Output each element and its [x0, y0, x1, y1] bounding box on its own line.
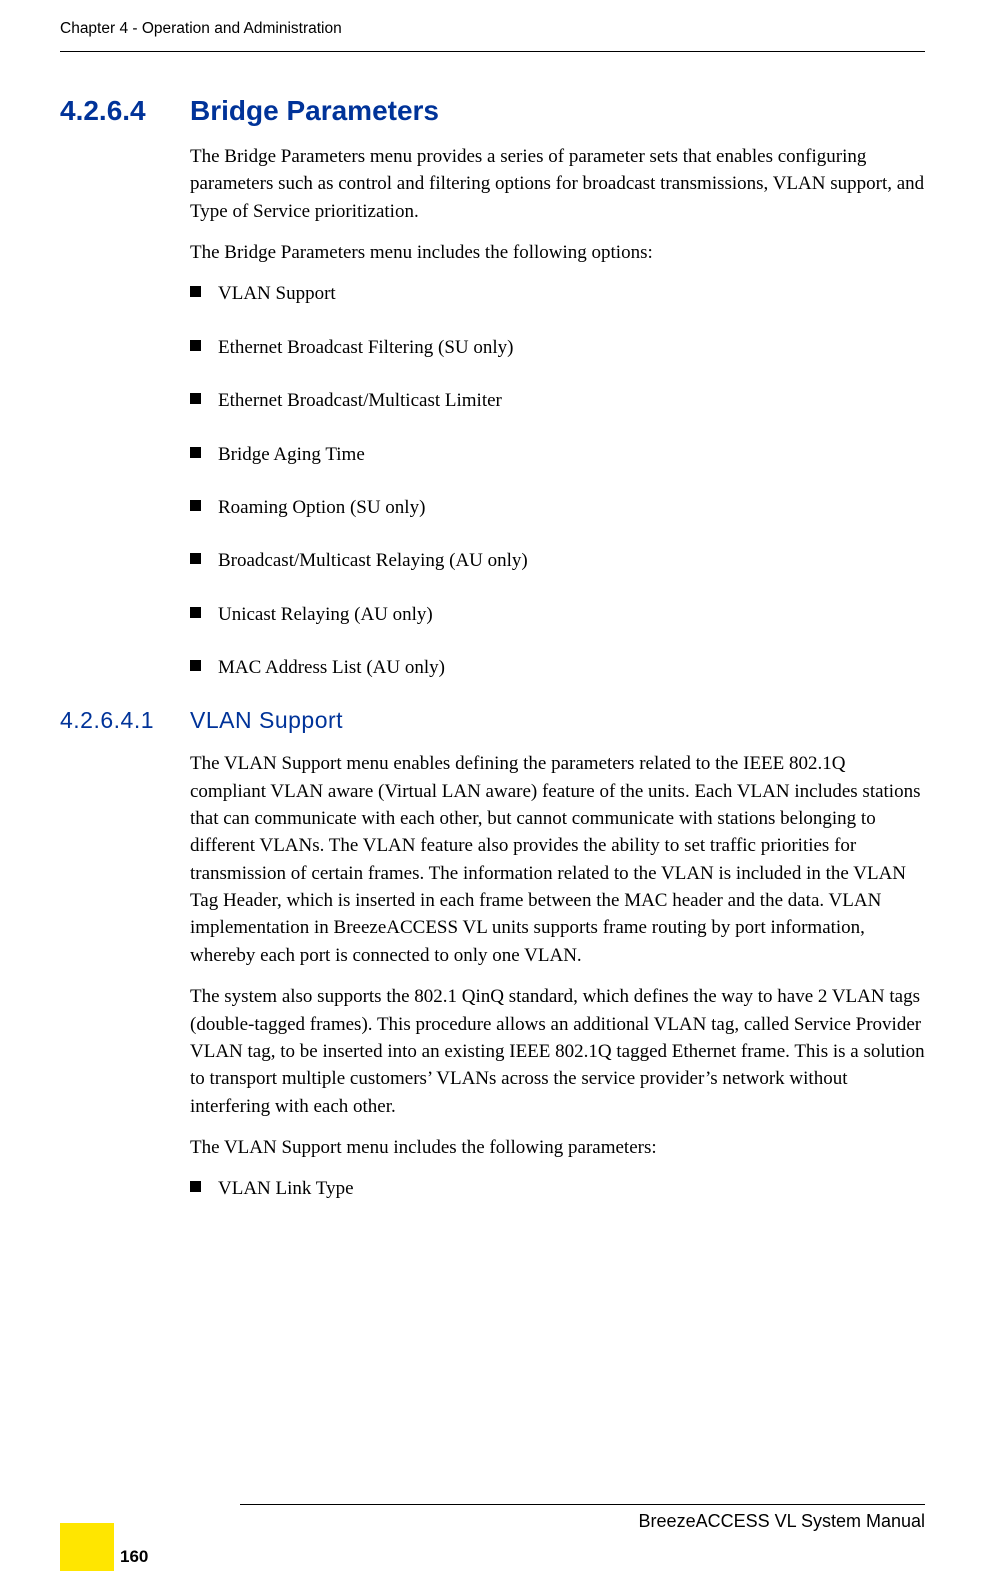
section-body: The VLAN Support menu enables defining t… — [190, 750, 925, 1202]
heading-title: Bridge Parameters — [190, 95, 439, 127]
options-list: VLAN Support Ethernet Broadcast Filterin… — [190, 280, 925, 681]
heading-vlan-support: 4.2.6.4.1 VLAN Support — [60, 707, 925, 734]
footer: 160 BreezeACCESS VL System Manual — [60, 1504, 925, 1555]
footer-line: 160 BreezeACCESS VL System Manual — [60, 1515, 925, 1555]
list-item: Broadcast/Multicast Relaying (AU only) — [190, 547, 925, 574]
paragraph: The Bridge Parameters menu includes the … — [190, 239, 925, 266]
list-item: VLAN Link Type — [190, 1175, 925, 1202]
list-item: Bridge Aging Time — [190, 441, 925, 468]
options-list: VLAN Link Type — [190, 1175, 925, 1202]
list-item: Ethernet Broadcast Filtering (SU only) — [190, 334, 925, 361]
paragraph: The Bridge Parameters menu provides a se… — [190, 143, 925, 225]
footer-rule — [240, 1504, 925, 1505]
heading-number: 4.2.6.4.1 — [60, 707, 190, 734]
header-rule — [60, 51, 925, 52]
content-area: 4.2.6.4 Bridge Parameters The Bridge Par… — [60, 95, 925, 1229]
section-body: The Bridge Parameters menu provides a se… — [190, 143, 925, 681]
paragraph: The system also supports the 802.1 QinQ … — [190, 983, 925, 1120]
paragraph: The VLAN Support menu includes the follo… — [190, 1134, 925, 1161]
list-item: VLAN Support — [190, 280, 925, 307]
list-item: MAC Address List (AU only) — [190, 654, 925, 681]
page-number-block: 160 — [60, 1523, 148, 1571]
heading-title: VLAN Support — [190, 707, 343, 734]
page-number: 160 — [120, 1547, 148, 1571]
page: Chapter 4 - Operation and Administration… — [0, 0, 985, 1593]
heading-number: 4.2.6.4 — [60, 95, 190, 127]
running-header: Chapter 4 - Operation and Administration — [60, 20, 925, 38]
manual-title: BreezeACCESS VL System Manual — [639, 1511, 925, 1532]
paragraph: The VLAN Support menu enables defining t… — [190, 750, 925, 969]
heading-bridge-parameters: 4.2.6.4 Bridge Parameters — [60, 95, 925, 127]
list-item: Roaming Option (SU only) — [190, 494, 925, 521]
list-item: Ethernet Broadcast/Multicast Limiter — [190, 387, 925, 414]
list-item: Unicast Relaying (AU only) — [190, 601, 925, 628]
page-accent-box — [60, 1523, 114, 1571]
